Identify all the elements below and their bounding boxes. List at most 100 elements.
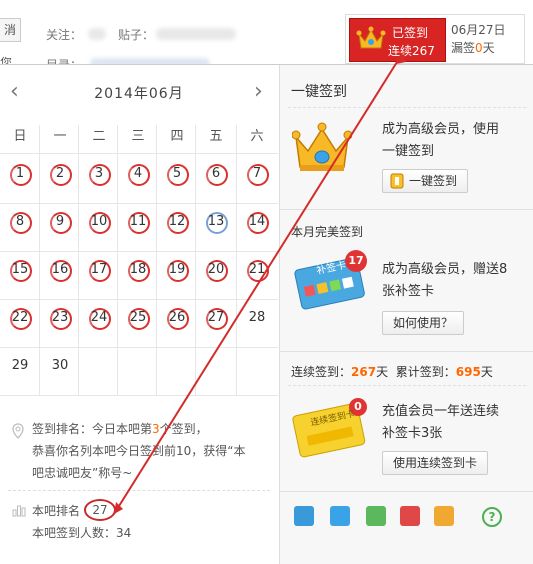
signed-status: 已签到 xyxy=(392,26,429,40)
calendar-day[interactable]: 23 xyxy=(40,298,80,338)
crown-icon xyxy=(292,122,352,171)
sign-in-calendar-popup: ‹ 2014年06月 › 日一二三四五六 1 2 3 4 5 6 7 8 9 10 11 12 13 14… xyxy=(0,64,533,564)
posts-label: 贴子： xyxy=(118,28,155,42)
day-number: 18 xyxy=(129,262,147,277)
calendar-day[interactable]: 14 xyxy=(237,202,277,242)
calendar-day[interactable]: 26 xyxy=(157,298,197,338)
sign-date: 06月27日 xyxy=(451,23,506,37)
one-click-sign-button[interactable]: 一键签到 xyxy=(382,169,469,193)
divider xyxy=(280,491,533,492)
calendar-day[interactable]: 21 xyxy=(237,250,277,290)
app-icon-3[interactable] xyxy=(366,506,386,526)
cancel-button-fragment[interactable]: 消 xyxy=(0,18,21,42)
day-number: 16 xyxy=(51,262,69,277)
location-pin-icon xyxy=(12,423,24,439)
calendar-day[interactable]: 5 xyxy=(157,154,197,194)
calendar-day[interactable]: 2 xyxy=(40,154,80,194)
vip-icon xyxy=(390,173,404,189)
calendar-day[interactable]: 19 xyxy=(157,250,197,290)
sign-features-panel: 一键签到 成为高级会员，使用 一键签到 一键签到 本月完美签到 补签卡 17 成… xyxy=(279,65,533,564)
day-number: 15 xyxy=(11,262,29,277)
weekday-label: 三 xyxy=(131,129,145,144)
calendar-day[interactable]: 12 xyxy=(157,202,197,242)
calendar-day[interactable]: 16 xyxy=(40,250,80,290)
calendar-day[interactable]: 10 xyxy=(79,202,119,242)
calendar-day[interactable]: 24 xyxy=(79,298,119,338)
weekday-label: 二 xyxy=(92,129,106,144)
how-to-use-button[interactable]: 如何使用？ xyxy=(382,311,465,335)
month-navigator: ‹ 2014年06月 › xyxy=(0,79,278,107)
calendar-day[interactable]: 18 xyxy=(118,250,158,290)
calendar-day[interactable]: 6 xyxy=(196,154,236,194)
day-number: 20 xyxy=(207,262,225,277)
posts-count-blurred xyxy=(156,28,236,40)
day-number: 19 xyxy=(168,262,186,277)
day-number: 25 xyxy=(129,310,147,325)
day-number: 9 xyxy=(55,214,65,229)
calendar-day[interactable]: 4 xyxy=(118,154,158,194)
calendar-day[interactable]: 13 xyxy=(196,202,236,242)
app-icon-5[interactable] xyxy=(434,506,454,526)
day-number: 27 xyxy=(207,310,225,325)
missed-days: 漏签0天 xyxy=(451,41,495,55)
divider xyxy=(280,209,533,210)
day-number: 7 xyxy=(252,166,262,181)
day-number: 17 xyxy=(90,262,108,277)
calendar-day[interactable]: 22 xyxy=(0,298,40,338)
bar-chart-icon xyxy=(12,505,26,517)
forum-rank-label: 本吧排名 xyxy=(32,504,81,518)
use-streak-card-button[interactable]: 使用连续签到卡 xyxy=(382,451,489,475)
sign-in-status-box[interactable]: 已签到 连续267天 06月27日 漏签0天 xyxy=(345,14,525,75)
grid-line xyxy=(0,395,278,396)
app-icon-4[interactable] xyxy=(400,506,420,526)
help-icon[interactable]: ? xyxy=(482,507,502,527)
calendar-day[interactable]: 15 xyxy=(0,250,40,290)
divider xyxy=(8,490,270,492)
day-number: 13 xyxy=(207,214,225,229)
forum-header: 消 您 关注： 贴子： 目录： 已签到 连续267天 06月27日 漏签0天 xyxy=(0,0,533,75)
calendar-day[interactable]: 7 xyxy=(237,154,277,194)
calendar-day[interactable]: 30 xyxy=(40,346,80,386)
calendar-day[interactable]: 8 xyxy=(0,202,40,242)
weekday-label: 六 xyxy=(250,129,264,144)
next-month-chevron-icon[interactable]: › xyxy=(254,79,263,105)
card-count-badge: 17 xyxy=(348,254,364,267)
day-number: 26 xyxy=(168,310,186,325)
divider xyxy=(288,385,526,387)
calendar-day[interactable]: 28 xyxy=(237,298,277,338)
app-icon-2[interactable] xyxy=(330,506,350,526)
calendar-day[interactable]: 20 xyxy=(196,250,236,290)
streak-card-desc: 充值会员一年送连续 补签卡3张 xyxy=(382,404,500,441)
day-number: 8 xyxy=(15,214,25,229)
sign-rank-info: 签到排名：今日本吧第3个签到， 恭喜你名列本吧今日签到前10，获得“本 吧忠诚吧… xyxy=(32,422,246,480)
weekday-label: 一 xyxy=(53,129,67,144)
signed-in-badge[interactable]: 已签到 连续267天 xyxy=(349,18,446,75)
calendar-day[interactable]: 27 xyxy=(196,298,236,338)
weekday-label: 四 xyxy=(170,129,184,144)
day-number: 21 xyxy=(248,262,266,277)
calendar-day[interactable]: 1 xyxy=(0,154,40,194)
app-icon-1[interactable] xyxy=(294,506,314,526)
calendar-day[interactable]: 17 xyxy=(79,250,119,290)
streak-card-badge: 0 xyxy=(354,400,362,413)
follow-label: 关注： xyxy=(46,28,83,42)
perfect-sign-desc: 成为高级会员，赠送8 张补签卡 xyxy=(382,262,508,299)
calendar-day[interactable]: 29 xyxy=(0,346,40,386)
calendar-day[interactable]: 11 xyxy=(118,202,158,242)
one-click-desc: 成为高级会员，使用 一键签到 xyxy=(382,122,500,159)
divider xyxy=(280,351,533,352)
one-click-title: 一键签到 xyxy=(291,84,347,100)
crown-icon xyxy=(356,26,386,49)
weekday-label: 日 xyxy=(13,129,27,144)
calendar-day[interactable]: 3 xyxy=(79,154,119,194)
day-number: 28 xyxy=(248,310,266,325)
day-number: 6 xyxy=(211,166,221,181)
day-number: 3 xyxy=(94,166,104,181)
calendar-day[interactable]: 9 xyxy=(40,202,80,242)
day-number: 11 xyxy=(129,214,147,229)
day-number: 30 xyxy=(51,358,69,373)
perfect-sign-title: 本月完美签到 xyxy=(291,225,364,239)
calendar-day[interactable]: 25 xyxy=(118,298,158,338)
month-title: 2014年06月 xyxy=(94,86,184,102)
forum-rank-value: 27 xyxy=(84,499,116,521)
